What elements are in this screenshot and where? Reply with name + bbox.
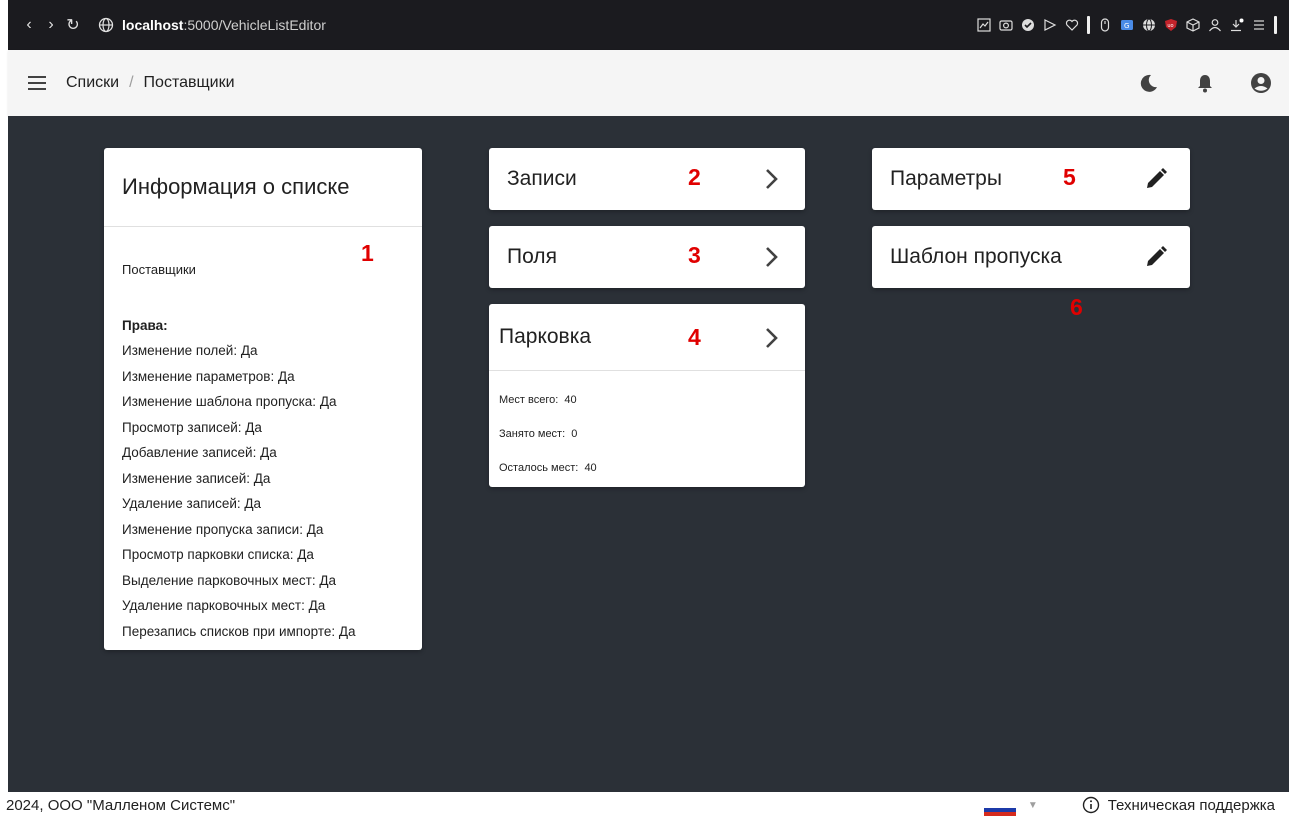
records-card[interactable]: Записи [489, 148, 805, 210]
parking-total-value: 40 [564, 394, 577, 406]
language-dropdown-icon[interactable]: ▼ [1028, 800, 1038, 811]
back-icon[interactable]: ‹ [18, 14, 40, 36]
annotation-marker-3: 3 [688, 242, 701, 268]
heart-icon[interactable] [1065, 18, 1079, 32]
copyright: 2024, ООО "Малленом Системс" [6, 796, 236, 814]
right-item: Просмотр парковки списка: Да [122, 547, 314, 562]
right-item: Удаление парковочных мест: Да [122, 598, 326, 613]
fields-label: Поля [507, 245, 557, 268]
right-item: Изменение полей: Да [122, 343, 258, 358]
footer-right: ▼ Техническая поддержка [983, 792, 1275, 818]
right-item: Изменение параметров: Да [122, 368, 295, 384]
svg-text:uo: uo [1167, 23, 1173, 29]
right-item: Изменение записей: Да [122, 470, 271, 486]
fields-card[interactable]: Поля [489, 226, 805, 288]
footer: 2024, ООО "Малленом Системс" ▼ Техническ… [0, 792, 1289, 818]
parking-left-value: 40 [584, 462, 597, 474]
chevron-right-icon[interactable] [759, 226, 783, 288]
bell-icon[interactable] [1177, 50, 1233, 116]
toolbar-divider [1087, 16, 1090, 34]
url-host: localhost [122, 17, 184, 33]
right-item: Перезапись списков при импорте: Да [122, 623, 356, 639]
right-item: Изменение пропуска записи: Да [122, 521, 324, 537]
menu-list-icon[interactable] [1252, 18, 1266, 32]
right-item: Добавление записей: Да [122, 445, 277, 460]
world-icon[interactable] [1142, 18, 1156, 32]
pass-template-card[interactable]: Шаблон пропуска [872, 226, 1190, 288]
parking-card: Парковка Мест всего: 40 Занято мест: 0 О… [489, 304, 805, 487]
camera-icon[interactable] [999, 18, 1013, 32]
records-label: Записи [507, 167, 577, 190]
forward-icon[interactable]: › [40, 14, 62, 36]
params-label: Параметры [890, 167, 1002, 190]
parking-header[interactable]: Парковка [489, 304, 805, 371]
dark-mode-icon[interactable] [1121, 50, 1177, 116]
ublock-icon[interactable]: uo [1164, 18, 1178, 32]
parking-occupied: Занято мест: 0 [499, 417, 795, 451]
globe-icon [98, 17, 114, 33]
download-icon[interactable] [1230, 18, 1244, 32]
header-actions [1121, 50, 1289, 116]
rights-title: Права: [122, 317, 168, 333]
breadcrumb-current: Поставщики [143, 74, 235, 91]
url-path: :5000/VehicleListEditor [183, 17, 326, 33]
list-info-title: Информация о списке [104, 148, 422, 227]
right-item: Выделение парковочных мест: Да [122, 572, 336, 588]
params-card[interactable]: Параметры [872, 148, 1190, 210]
user-icon[interactable] [1208, 18, 1222, 32]
parking-left: Осталось мест: 40 [499, 451, 795, 485]
parking-occupied-value: 0 [571, 428, 578, 440]
reload-icon[interactable]: ↻ [62, 14, 84, 36]
shield-check-icon[interactable] [1021, 18, 1035, 32]
parking-total: Мест всего: 40 [499, 383, 795, 417]
cube-icon[interactable] [1186, 18, 1200, 32]
annotation-marker-1: 1 [361, 240, 374, 266]
right-item: Изменение шаблона пропуска: Да [122, 394, 337, 409]
annotation-marker-6: 6 [1070, 294, 1083, 320]
browser-toolbar: ‹ › ↻ localhost:5000/VehicleListEditor G… [8, 0, 1289, 50]
pencil-icon[interactable] [1144, 226, 1168, 288]
address-bar[interactable]: localhost:5000/VehicleListEditor [122, 17, 326, 33]
mouse-icon[interactable] [1098, 18, 1112, 32]
chart-extension-icon[interactable] [977, 18, 991, 32]
right-item: Удаление записей: Да [122, 496, 262, 511]
main-content: Информация о списке Поставщики Права: Из… [8, 116, 1289, 792]
list-info-card: Информация о списке Поставщики Права: Из… [104, 148, 422, 650]
chevron-right-icon[interactable] [759, 304, 783, 371]
parking-total-label: Мест всего: [499, 394, 559, 406]
svg-text:G: G [1124, 22, 1129, 30]
send-icon[interactable] [1043, 18, 1057, 32]
hamburger-menu-icon[interactable] [26, 72, 48, 94]
pencil-icon[interactable] [1144, 148, 1168, 210]
parking-occupied-label: Занято мест: [499, 428, 566, 440]
app-header: Списки / Поставщики [8, 50, 1289, 116]
pass-template-label: Шаблон пропуска [890, 245, 1062, 268]
account-icon[interactable] [1233, 50, 1289, 116]
breadcrumb-separator: / [129, 74, 134, 91]
parking-stats: Мест всего: 40 Занято мест: 0 Осталось м… [489, 371, 805, 497]
chevron-right-icon[interactable] [759, 148, 783, 210]
right-item: Просмотр записей: Да [122, 419, 262, 435]
breadcrumb-lists-link[interactable]: Списки [66, 74, 119, 92]
extension-icons: G uo [977, 0, 1277, 50]
support-link[interactable]: Техническая поддержка [1108, 797, 1275, 814]
list-info-body: Поставщики Права: Изменение полей: Да Из… [104, 227, 422, 644]
annotation-marker-5: 5 [1063, 164, 1076, 190]
parking-label: Парковка [499, 325, 592, 348]
breadcrumb: Списки / Поставщики [66, 74, 235, 92]
toolbar-divider [1274, 16, 1277, 34]
translate-icon[interactable]: G [1120, 18, 1134, 32]
russian-flag-icon[interactable] [983, 804, 1016, 816]
parking-left-label: Осталось мест: [499, 462, 579, 474]
annotation-marker-4: 4 [688, 324, 701, 350]
annotation-marker-2: 2 [688, 164, 701, 190]
info-icon[interactable] [1082, 796, 1100, 814]
